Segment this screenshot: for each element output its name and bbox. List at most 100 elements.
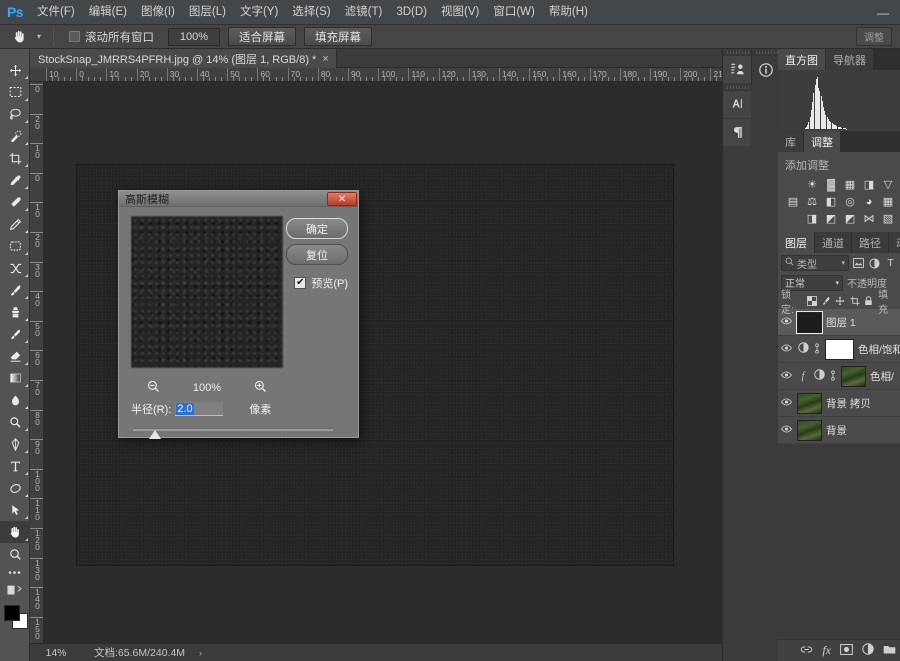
curves-icon[interactable]: ▦ — [842, 177, 858, 192]
menu-window[interactable]: 窗口(W) — [486, 0, 542, 25]
tab-库[interactable]: 库 — [778, 131, 804, 152]
eye-icon[interactable] — [780, 370, 793, 382]
color-lookup-icon[interactable]: ▦ — [880, 194, 896, 209]
filter-pixel-icon[interactable] — [852, 255, 865, 271]
vertical-ruler[interactable]: 0201001020304050607080901001101201301401… — [30, 82, 44, 643]
photo-filter-icon[interactable]: ◎ — [842, 194, 858, 209]
gaussian-blur-dialog[interactable]: 高斯模糊 ✕ 确定 复位 ✔ 预览(P) 100% 半径(R): 2.0 像素 — [118, 190, 359, 440]
menu-select[interactable]: 选择(S) — [285, 0, 337, 25]
mask-link-icon[interactable] — [813, 342, 821, 356]
menu-view[interactable]: 视图(V) — [434, 0, 486, 25]
lock-transparent-icon[interactable] — [806, 294, 817, 307]
filter-type-icon[interactable]: T — [884, 255, 897, 271]
blur-preview-image[interactable] — [131, 216, 283, 368]
filter-adjustment-icon[interactable] — [868, 255, 881, 271]
foreground-color-swatch[interactable] — [4, 605, 20, 621]
selective-color-icon[interactable]: ⋈ — [861, 211, 877, 226]
eye-icon[interactable] — [780, 424, 793, 436]
radius-input[interactable]: 2.0 — [175, 402, 224, 416]
pen-tool[interactable] — [0, 433, 30, 455]
menu-image[interactable]: 图像(I) — [134, 0, 182, 25]
tab-通道[interactable]: 通道 — [815, 232, 852, 253]
shuffle-tool[interactable] — [0, 257, 30, 279]
invert-icon[interactable]: ◨ — [804, 211, 820, 226]
tab-路径[interactable]: 路径 — [852, 232, 889, 253]
type-tool[interactable] — [0, 455, 30, 477]
paragraph-rail-icon[interactable] — [723, 119, 751, 147]
rail-grip-b[interactable] — [723, 84, 751, 91]
gradient-map-icon[interactable]: ▧ — [880, 211, 896, 226]
adjustment-layer-icon[interactable] — [813, 369, 825, 383]
chevron-down-icon[interactable]: ▾ — [841, 259, 845, 267]
marquee-tool[interactable] — [0, 81, 30, 103]
threshold-icon[interactable]: ◩ — [842, 211, 858, 226]
color-swatches[interactable] — [0, 601, 30, 635]
layer-thumbnail[interactable] — [797, 419, 822, 441]
preview-checkbox[interactable]: ✔ 预览(P) — [294, 275, 348, 291]
menu-file[interactable]: 文件(F) — [30, 0, 82, 25]
radius-slider-thumb[interactable] — [149, 430, 161, 439]
blur-tool[interactable] — [0, 389, 30, 411]
table-row[interactable]: 背景 拷贝 — [778, 390, 900, 417]
layer-thumbnail[interactable] — [797, 392, 822, 414]
lock-all-icon[interactable] — [864, 294, 874, 307]
lasso-tool[interactable] — [0, 103, 30, 125]
add-mask-icon[interactable] — [840, 643, 853, 658]
zoom-percent-field[interactable]: 100% — [168, 27, 220, 46]
zoom-in-icon[interactable] — [254, 380, 267, 396]
character-rail-icon[interactable] — [723, 91, 751, 119]
chevron-down-icon[interactable]: ▾ — [835, 279, 839, 287]
tab-直方图[interactable]: 直方图 — [778, 49, 826, 70]
eye-icon[interactable] — [780, 343, 793, 355]
layer-name[interactable]: 背景 拷贝 — [826, 396, 871, 411]
lock-image-icon[interactable] — [821, 294, 831, 307]
status-chevron-icon[interactable]: › — [199, 648, 202, 658]
hand-tool[interactable] — [0, 521, 30, 543]
layer-kind-select[interactable]: 类型 ▾ — [781, 255, 849, 271]
quick-selection-tool[interactable] — [0, 125, 30, 147]
layer-thumbnail[interactable] — [841, 365, 866, 387]
history-rail-icon[interactable] — [723, 56, 751, 84]
adjustment-layer-icon[interactable] — [797, 342, 809, 356]
dialog-title-bar[interactable]: 高斯模糊 ✕ — [119, 191, 358, 207]
black-white-icon[interactable]: ◧ — [823, 194, 839, 209]
rail-grip-a[interactable] — [723, 49, 751, 56]
shape-tool[interactable] — [0, 477, 30, 499]
menu-edit[interactable]: 编辑(E) — [82, 0, 134, 25]
move-tool[interactable] — [0, 59, 30, 81]
more-tools-icon[interactable]: ••• — [0, 565, 30, 581]
minimize-button[interactable]: — — [872, 0, 894, 25]
menu-layer[interactable]: 图层(L) — [182, 0, 233, 25]
table-row[interactable]: 背景 — [778, 417, 900, 444]
color-balance-icon[interactable]: ⚖ — [804, 194, 820, 209]
tool-preset-chevron-icon[interactable]: ▾ — [32, 26, 46, 48]
horizontal-ruler[interactable]: 10 0 10 20 30 40 50 60 70 80 90 100 110 120 130 140 150 1… — [30, 68, 722, 82]
brightness-contrast-icon[interactable]: ☀ — [804, 177, 820, 192]
menu-help[interactable]: 帮助(H) — [542, 0, 595, 25]
zoom-out-icon[interactable] — [147, 380, 160, 396]
tab-动作[interactable]: 动作 — [889, 232, 900, 253]
patch-tool[interactable] — [0, 213, 30, 235]
frame-tool[interactable] — [0, 235, 30, 257]
table-row[interactable]: 色相/饱和 — [778, 336, 900, 363]
new-group-icon[interactable] — [883, 644, 896, 657]
lock-position-icon[interactable] — [835, 294, 845, 307]
preview-checkbox-box[interactable]: ✔ — [294, 277, 307, 289]
link-layers-icon[interactable] — [800, 645, 813, 657]
reset-button[interactable]: 复位 — [286, 244, 348, 265]
path-selection-tool[interactable] — [0, 499, 30, 521]
scroll-all-windows-checkbox[interactable]: 滚动所有窗口 — [69, 29, 154, 45]
radius-slider[interactable] — [133, 426, 333, 440]
layer-name[interactable]: 色相/饱和 — [858, 342, 900, 357]
hue-saturation-icon[interactable]: ▤ — [785, 194, 801, 209]
menu-filter[interactable]: 滤镜(T) — [338, 0, 390, 25]
exposure-icon[interactable]: ◨ — [861, 177, 877, 192]
fit-screen-button[interactable]: 适合屏幕 — [228, 27, 296, 46]
eye-icon[interactable] — [780, 316, 793, 328]
crop-tool[interactable] — [0, 147, 30, 169]
menu-type[interactable]: 文字(Y) — [233, 0, 285, 25]
healing-brush-tool[interactable] — [0, 191, 30, 213]
info-rail-icon[interactable] — [752, 56, 780, 84]
tab-图层[interactable]: 图层 — [778, 232, 815, 253]
close-icon[interactable]: × — [322, 53, 328, 65]
